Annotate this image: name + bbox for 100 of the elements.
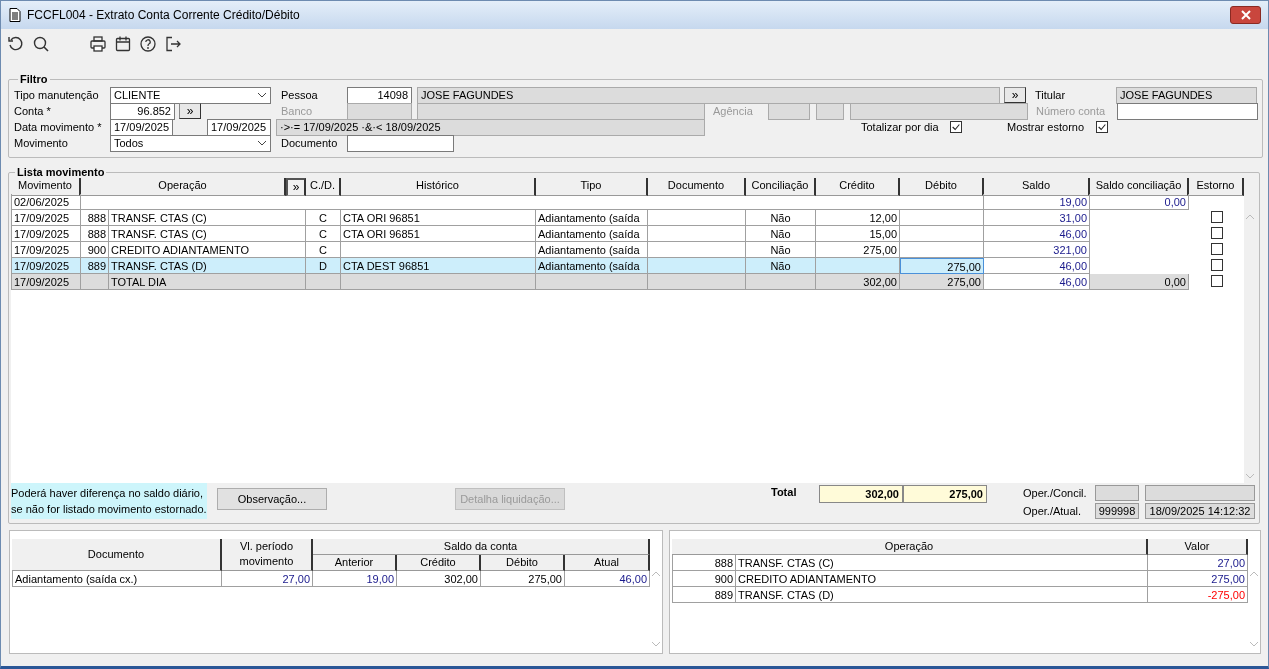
checkbox[interactable] xyxy=(1210,243,1223,255)
column-header[interactable]: Saldo xyxy=(984,178,1090,196)
checkbox[interactable] xyxy=(1210,211,1223,223)
table-cell: CTA DEST 96851 xyxy=(341,258,536,274)
table-cell: 46,00 xyxy=(984,258,1090,274)
close-button[interactable] xyxy=(1230,6,1261,24)
calendar-icon[interactable] xyxy=(114,35,132,53)
field-label: Oper./Concil. xyxy=(1023,487,1088,499)
table-cell: -275,00 xyxy=(1148,587,1248,603)
column-header[interactable]: Estorno xyxy=(1189,178,1244,196)
column-header: Documento xyxy=(12,539,222,571)
table-cell: TRANSF. CTAS (D) xyxy=(109,258,306,274)
table-cell: 302,00 xyxy=(816,274,900,290)
table-cell: C xyxy=(306,226,341,242)
table-cell: 888 xyxy=(81,210,109,226)
lookup-button[interactable]: » xyxy=(179,103,201,119)
table-cell: 46,00 xyxy=(984,226,1090,242)
checkbox[interactable] xyxy=(1096,121,1108,133)
table-cell: CREDITO ADIANTAMENTO xyxy=(736,571,1148,587)
observation-button[interactable]: Observação... xyxy=(217,488,327,510)
column-header: Débito xyxy=(481,555,565,571)
exit-icon[interactable] xyxy=(164,35,182,53)
table-cell: TOTAL DIA xyxy=(109,274,306,290)
table-cell: 02/06/2025 xyxy=(11,194,81,210)
person-code-field[interactable]: 14098 xyxy=(347,86,412,104)
movement-dropdown[interactable]: Todos xyxy=(110,134,271,152)
table-cell: 321,00 xyxy=(984,242,1090,258)
section-title: Lista movimento xyxy=(16,166,106,178)
checkbox-label: Totalizar por dia xyxy=(861,121,940,133)
table-cell: Não xyxy=(746,226,816,242)
table-cell: Adiantamento (saída xyxy=(536,226,648,242)
column-header[interactable]: C./D. xyxy=(306,178,341,196)
search-icon[interactable] xyxy=(32,35,50,53)
column-header[interactable]: Movimento xyxy=(11,178,81,196)
field-label: Movimento xyxy=(14,137,69,149)
table-cell: 17/09/2025 xyxy=(11,226,81,242)
checkbox-label: Mostrar estorno xyxy=(1007,121,1086,133)
table-cell: TRANSF. CTAS (C) xyxy=(109,226,306,242)
table-cell: 275,00 xyxy=(900,258,984,274)
table-cell: 889 xyxy=(81,258,109,274)
lookup-button[interactable]: » xyxy=(1004,87,1026,103)
help-icon[interactable] xyxy=(139,35,157,53)
column-header: Anterior xyxy=(313,555,397,571)
table-cell: 889 xyxy=(672,587,736,603)
type-dropdown[interactable]: CLIENTE xyxy=(110,86,271,104)
column-header: Operação xyxy=(672,539,1148,555)
table-cell: Adiantamento (saída cx.) xyxy=(12,571,222,587)
table-cell: 46,00 xyxy=(565,571,650,587)
user-field xyxy=(1095,485,1139,501)
column-header[interactable]: Documento xyxy=(648,178,746,196)
table-cell: 12,00 xyxy=(816,210,900,226)
table-cell xyxy=(746,274,816,290)
table-cell: TRANSF. CTAS (C) xyxy=(736,555,1148,571)
selected-row[interactable]: 17/09/2025 889 TRANSF. CTAS (D) D CTA DEST 96851 Adiantamento (saída Não 275,00 46,00 xyxy=(11,258,1244,274)
holder-field: JOSE FAGUNDES xyxy=(1116,86,1257,104)
user-field: 999998 xyxy=(1095,503,1139,519)
checkbox[interactable] xyxy=(950,121,962,133)
table-cell: TRANSF. CTAS (D) xyxy=(736,587,1148,603)
table-cell: Adiantamento (saída xyxy=(536,258,648,274)
field-label: Agência xyxy=(713,105,754,117)
table-cell xyxy=(81,274,109,290)
table-cell: 27,00 xyxy=(1148,555,1248,571)
window-title: FCCFL004 - Extrato Conta Corrente Crédito/Débito xyxy=(27,8,300,22)
column-header: Valor xyxy=(1148,539,1248,555)
date-field[interactable]: 17/09/2025 xyxy=(207,118,271,136)
print-icon[interactable] xyxy=(89,35,107,53)
field-label: Documento xyxy=(281,137,339,149)
refresh-icon[interactable] xyxy=(7,35,25,53)
table-cell: 275,00 xyxy=(900,274,984,290)
field-label: Tipo manutenção xyxy=(14,89,100,101)
column-header[interactable]: Operação xyxy=(81,178,286,196)
column-header[interactable]: Tipo xyxy=(536,178,648,196)
table-cell: 275,00 xyxy=(1148,571,1248,587)
table-cell: 17/09/2025 xyxy=(11,274,81,290)
column-header[interactable]: Saldo conciliação xyxy=(1090,178,1189,196)
table-cell: 0,00 xyxy=(1090,274,1189,290)
table-cell: 15,00 xyxy=(816,226,900,242)
table-cell: 31,00 xyxy=(984,210,1090,226)
checkbox[interactable] xyxy=(1210,275,1223,287)
table-cell: Não xyxy=(746,258,816,274)
column-header[interactable]: Histórico xyxy=(341,178,536,196)
table-cell: TRANSF. CTAS (C) xyxy=(109,210,306,226)
column-header: Atual xyxy=(565,555,650,571)
table-cell xyxy=(306,274,341,290)
field-label: Pessoa xyxy=(281,89,319,101)
total-credit: 302,00 xyxy=(819,485,903,503)
table-cell: 19,00 xyxy=(984,194,1090,210)
chevron-icon xyxy=(257,92,267,98)
expand-button[interactable]: » xyxy=(286,178,306,196)
table-cell: 302,00 xyxy=(397,571,481,587)
column-header[interactable]: Crédito xyxy=(816,178,900,196)
warning-note: Poderá haver diferença no saldo diário, se não for listado movimento estornado. xyxy=(11,483,207,519)
column-header[interactable]: Débito xyxy=(900,178,984,196)
date-expression-field: ·>·= 17/09/2025 ·&·< 18/09/2025 xyxy=(276,118,705,136)
field-label: Banco xyxy=(281,105,314,117)
table-cell: C xyxy=(306,210,341,226)
checkbox[interactable] xyxy=(1210,259,1223,271)
checkbox[interactable] xyxy=(1210,227,1223,239)
column-header[interactable]: Conciliação xyxy=(746,178,816,196)
table-cell: CTA ORI 96851 xyxy=(341,210,536,226)
